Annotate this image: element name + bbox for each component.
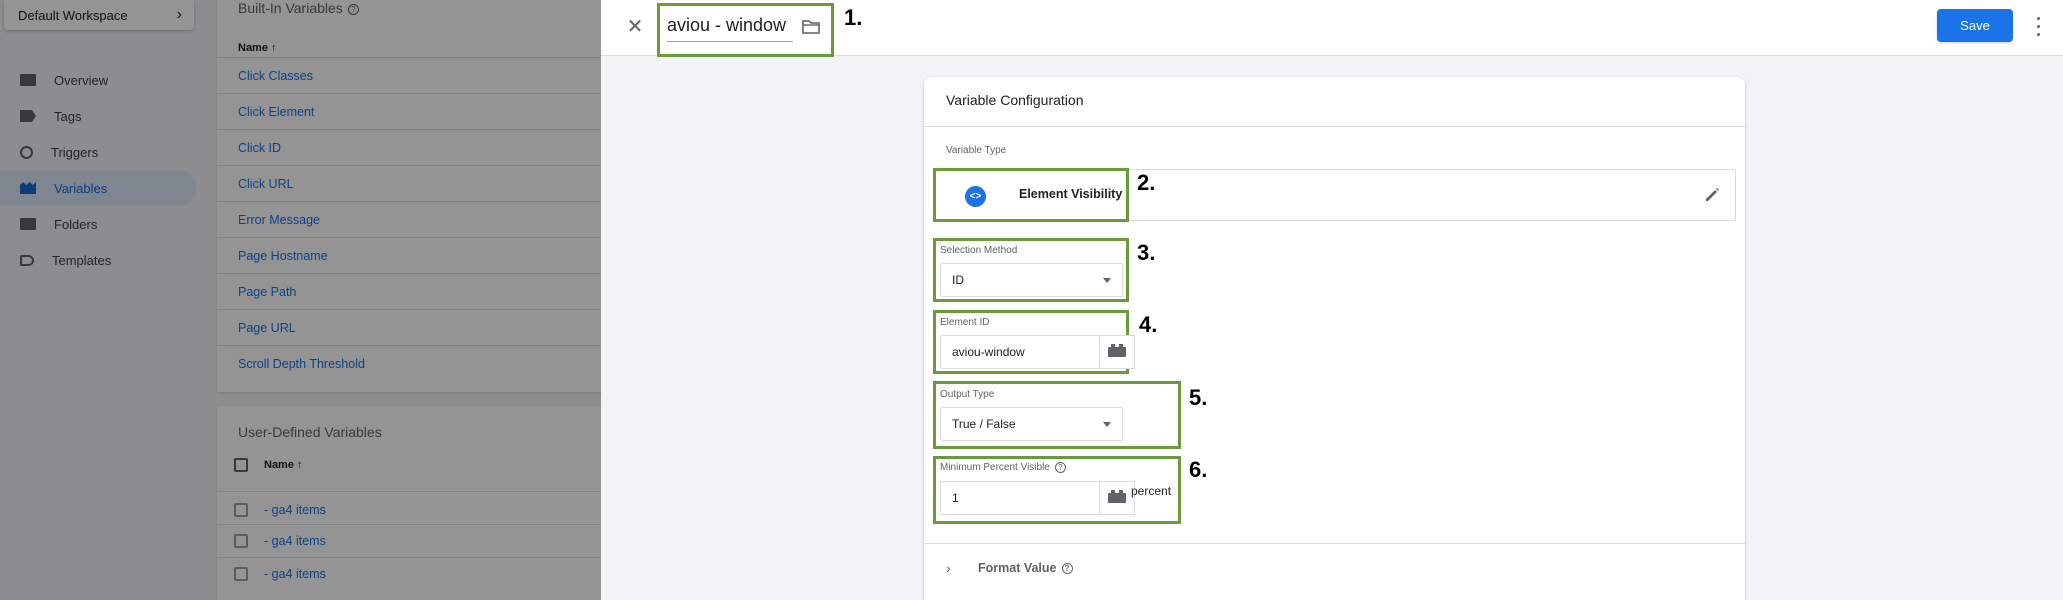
- insert-variable-button[interactable]: [1099, 481, 1135, 515]
- help-icon[interactable]: ?: [1054, 462, 1066, 473]
- more-vert-icon[interactable]: [2033, 14, 2043, 38]
- output-type-label: Output Type: [940, 389, 995, 400]
- save-button[interactable]: Save: [1937, 9, 2013, 42]
- help-icon[interactable]: ?: [1061, 563, 1073, 575]
- output-type-select[interactable]: True / False: [940, 407, 1123, 441]
- variable-brick-icon: [1108, 490, 1126, 503]
- format-value-toggle[interactable]: Format Value?: [978, 561, 1073, 575]
- selection-method-label: Selection Method: [940, 245, 1018, 256]
- output-type-value: True / False: [952, 417, 1016, 431]
- divider: [924, 126, 1745, 127]
- annotation-2: 2.: [1137, 170, 1156, 195]
- variable-type-label: Variable Type: [946, 145, 1007, 156]
- annotation-6: 6.: [1189, 457, 1208, 482]
- dropdown-arrow-icon: [1103, 422, 1111, 427]
- element-id-input[interactable]: aviou-window: [940, 335, 1100, 369]
- selection-method-select[interactable]: ID: [940, 263, 1123, 297]
- annotation-4: 4.: [1139, 312, 1158, 337]
- modal-overlay[interactable]: [0, 0, 601, 600]
- editor-topbar: ✕ aviou - window 1. Save: [601, 0, 2063, 57]
- element-id-label: Element ID: [940, 317, 990, 328]
- variable-configuration-card: Variable Configuration Variable Type <> …: [924, 77, 1745, 600]
- config-title: Variable Configuration: [946, 92, 1084, 108]
- annotation-1: 1.: [844, 5, 863, 30]
- variable-editor-panel: ✕ aviou - window 1. Save Variable Config…: [601, 0, 2063, 600]
- variable-name-input[interactable]: aviou - window: [667, 15, 793, 42]
- annotation-5: 5.: [1189, 385, 1208, 410]
- background-app: Default Workspace › Overview Tags Trigge…: [0, 0, 601, 600]
- divider: [924, 543, 1745, 544]
- pencil-icon[interactable]: [1703, 186, 1721, 204]
- annotation-3: 3.: [1137, 240, 1156, 265]
- dropdown-arrow-icon: [1103, 278, 1111, 283]
- close-icon[interactable]: ✕: [623, 15, 647, 39]
- min-percent-input[interactable]: 1: [940, 481, 1100, 515]
- highlight-box-name: aviou - window: [657, 3, 834, 57]
- chevron-right-icon[interactable]: ›: [946, 560, 951, 576]
- min-percent-label: Minimum Percent Visible?: [940, 462, 1066, 473]
- highlight-box-variable-type: [933, 168, 1129, 222]
- variable-brick-icon: [1108, 344, 1126, 357]
- selection-method-value: ID: [952, 273, 964, 287]
- insert-variable-button[interactable]: [1099, 335, 1135, 369]
- percent-suffix: percent: [1131, 484, 1172, 498]
- folder-icon[interactable]: [802, 20, 820, 34]
